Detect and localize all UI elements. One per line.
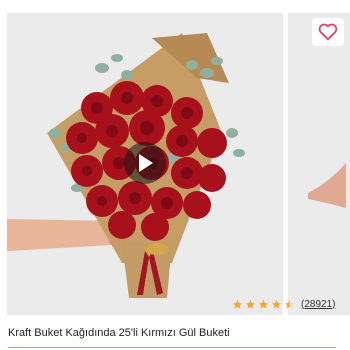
next-product-preview[interactable] — [288, 13, 350, 315]
rating-count[interactable]: (28921) — [301, 299, 335, 310]
play-icon — [139, 154, 153, 172]
next-product-image — [288, 13, 350, 315]
star-icon — [232, 299, 243, 309]
title-underline — [8, 347, 336, 348]
heart-icon — [318, 23, 338, 41]
star-icon — [271, 299, 282, 309]
rating: (28921) — [232, 295, 335, 313]
play-video-button[interactable] — [124, 142, 166, 184]
star-icon — [258, 299, 269, 309]
star-icon — [245, 299, 256, 309]
star-half-icon — [284, 299, 295, 309]
favorite-button[interactable] — [312, 18, 344, 46]
product-title[interactable]: Kraft Buket Kağıdında 25'li Kırmızı Gül … — [8, 327, 230, 339]
